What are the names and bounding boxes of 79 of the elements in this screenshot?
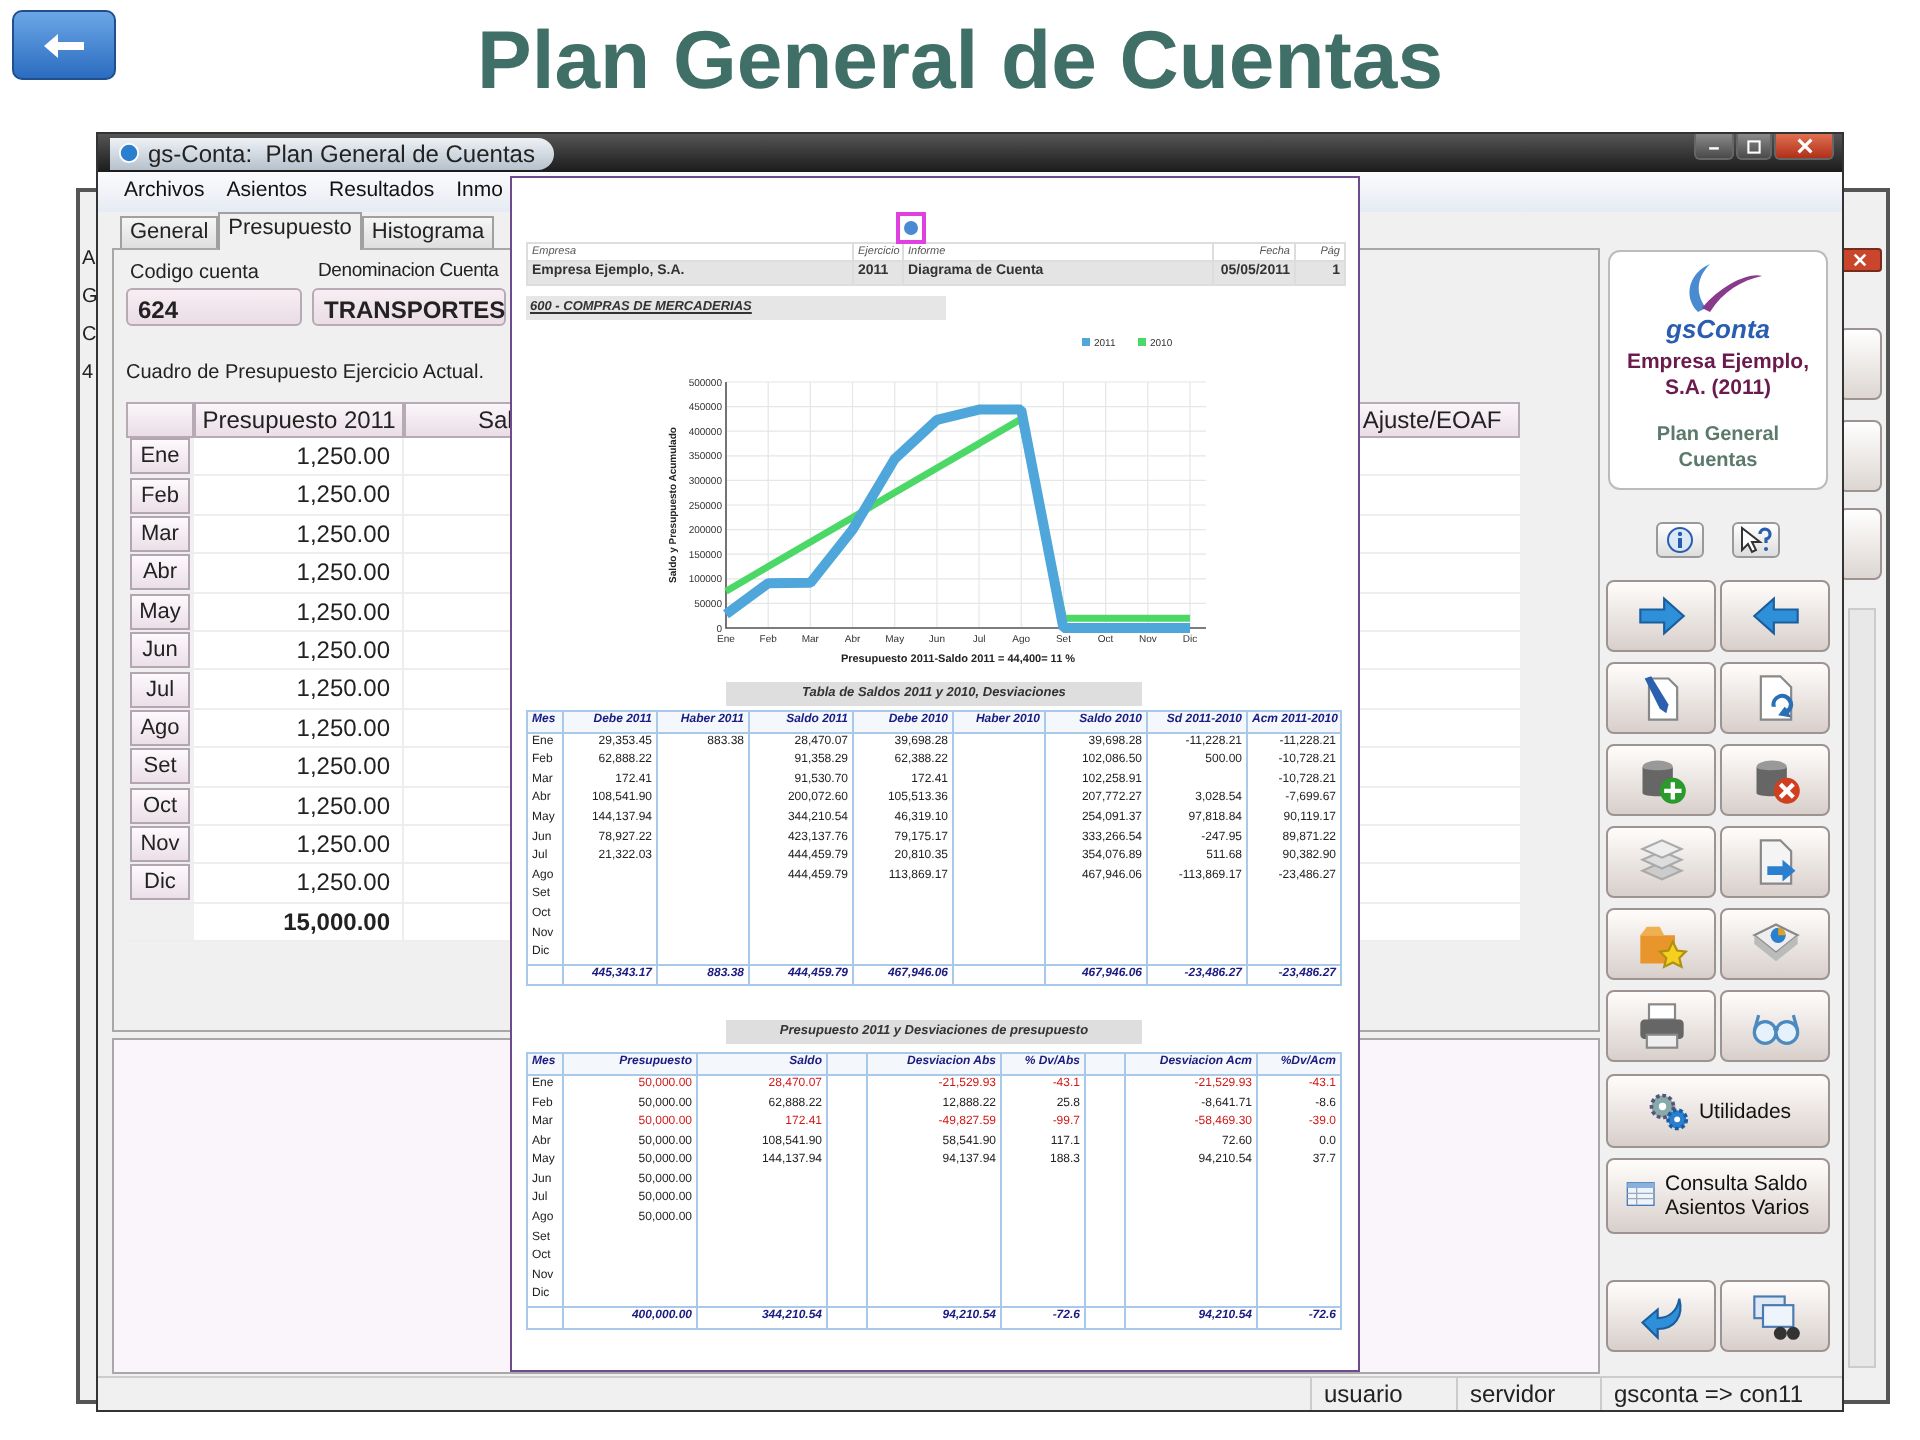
scrollbar[interactable] — [1848, 608, 1876, 1368]
grid-caption: Cuadro de Presupuesto Ejercicio Actual. — [126, 360, 484, 388]
row-header-button[interactable]: Abr — [130, 554, 190, 591]
field-label: Codigo cuenta — [130, 260, 261, 288]
table-cell: 1,250.00 — [194, 748, 404, 786]
row-header-button[interactable]: Mar — [130, 515, 190, 552]
row-header-button[interactable]: Jun — [130, 632, 190, 669]
tab[interactable]: Histograma — [361, 216, 495, 248]
table-icon — [1623, 1180, 1659, 1212]
column-header: Presupuesto 2011 — [194, 402, 404, 438]
tab[interactable]: Presupuesto — [218, 212, 362, 250]
table-cell: 1,250.00 — [194, 554, 404, 592]
tab-label: C — [82, 324, 97, 348]
toolbar-button[interactable] — [1606, 1280, 1716, 1352]
utilities-button[interactable]: Utilidades — [1606, 1074, 1830, 1148]
table-cell: 1,250.00 — [194, 631, 404, 669]
row-header-button[interactable]: Oct — [130, 787, 190, 824]
help-icon — [1740, 526, 1772, 554]
tab[interactable]: General — [120, 216, 219, 248]
windows-binoculars-icon — [1749, 1290, 1801, 1342]
toolbar-button[interactable] — [1720, 1280, 1830, 1352]
row-header-button[interactable]: Feb — [130, 477, 190, 514]
app-icon — [118, 142, 140, 164]
table-cell: 1,250.00 — [194, 476, 404, 514]
row-header-button[interactable]: Set — [130, 748, 190, 785]
field-label: Denominacion Cuenta — [318, 258, 499, 286]
info-button[interactable] — [1656, 522, 1704, 558]
row-header-button[interactable]: Dic — [130, 864, 190, 901]
tab-label: A — [82, 248, 96, 272]
toolbar-button[interactable] — [1606, 662, 1716, 734]
slide-title: Plan General de Cuentas — [476, 12, 1444, 110]
text-field[interactable]: TRANSPORTES — [312, 288, 506, 326]
table-cell: 1,250.00 — [194, 709, 404, 747]
menu-item[interactable]: Archivos — [124, 176, 205, 208]
status-text: gsconta => con11 — [1600, 1378, 1840, 1410]
maximize-icon — [1746, 139, 1762, 153]
company-name: Empresa Ejemplo, S.A. (2011) — [1624, 350, 1812, 402]
row-header-button[interactable]: Ago — [130, 709, 190, 746]
close-icon — [1795, 138, 1813, 154]
window-title: gs-Conta: Plan General de Cuentas — [148, 137, 535, 171]
table-cell: 1,250.00 — [194, 787, 404, 824]
gear-icon — [1644, 1089, 1693, 1133]
row-header-button[interactable]: May — [130, 593, 190, 630]
toolbar-button[interactable] — [1720, 744, 1830, 816]
table-cell: 1,250.00 — [194, 670, 404, 708]
module-name: Plan General Cuentas — [1654, 422, 1782, 474]
help-button[interactable] — [1732, 522, 1780, 558]
menu-item[interactable]: Asientos — [226, 176, 308, 208]
logo-text: gsConta — [1666, 316, 1770, 344]
toolbar-button[interactable] — [1606, 990, 1716, 1062]
row-header-button[interactable]: Nov — [130, 826, 190, 863]
toolbar-button[interactable] — [1606, 744, 1716, 816]
close-icon — [1852, 252, 1868, 268]
menu-item[interactable]: Inmo — [456, 176, 503, 208]
toolbar-button[interactable] — [1606, 580, 1716, 652]
header-cell — [126, 402, 194, 438]
minimize-button[interactable] — [1694, 134, 1734, 160]
tab-label: G — [82, 286, 98, 310]
info-icon — [1666, 526, 1694, 554]
toolbar-button[interactable] — [1720, 580, 1830, 652]
maximize-button[interactable] — [1736, 134, 1772, 160]
tab-label: 4 — [82, 362, 94, 386]
account-balance-button[interactable]: Consulta Saldo Asientos Varios — [1606, 1158, 1830, 1234]
menu-item[interactable]: Resultados — [329, 176, 435, 208]
text-field[interactable]: 624 — [126, 288, 302, 326]
table-cell: 1,250.00 — [194, 515, 404, 553]
row-header-button[interactable]: Ene — [130, 438, 190, 475]
row-header-button[interactable]: Jul — [130, 671, 190, 708]
table-cell: 1,250.00 — [194, 438, 404, 475]
table-cell: 1,250.00 — [194, 825, 404, 863]
table-cell: 1,250.00 — [194, 864, 404, 902]
status-text: servidor — [1456, 1378, 1600, 1410]
table-cell: 1,250.00 — [194, 593, 404, 630]
total-cell: 15,000.00 — [194, 903, 404, 941]
back-button[interactable] — [12, 10, 116, 80]
status-text: usuario — [1310, 1378, 1456, 1410]
printer-icon — [1635, 1000, 1687, 1052]
close-button[interactable] — [1774, 134, 1834, 160]
report-logo-icon — [896, 211, 926, 244]
